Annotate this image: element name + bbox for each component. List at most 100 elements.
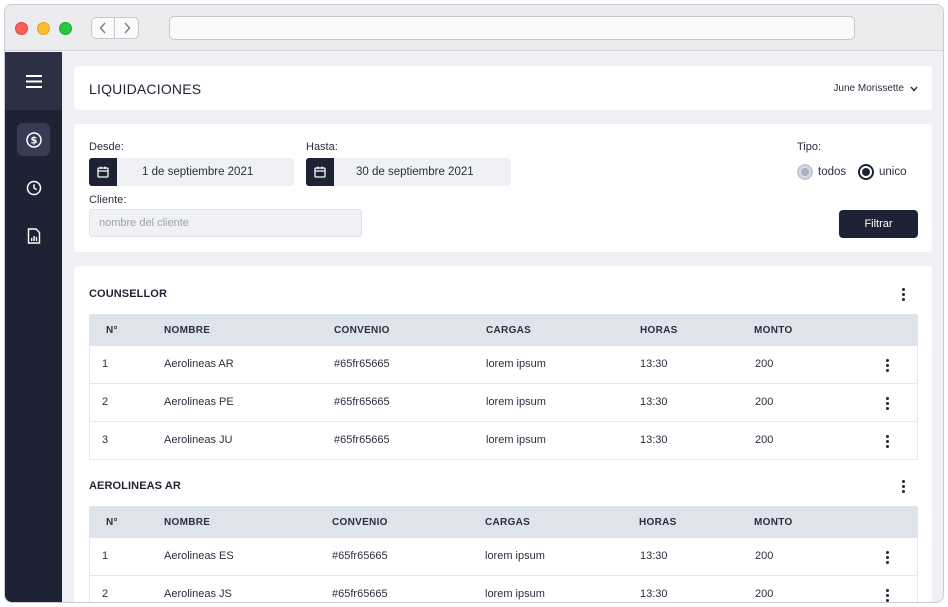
row-options-icon[interactable] [880,586,894,602]
hasta-date-field[interactable]: 30 de septiembre 2021 [306,158,511,186]
column-header: N° [106,517,118,528]
hasta-date-value: 30 de septiembre 2021 [356,166,474,178]
svg-text:$: $ [30,135,37,146]
todos-radio[interactable] [797,164,813,180]
tipo-option-todos[interactable]: todos [797,164,846,180]
chevron-left-icon [99,22,106,34]
desde-date-field[interactable]: 1 de septiembre 2021 [89,158,294,186]
sidebar-item-liquidaciones[interactable]: $ [17,123,50,156]
row-options-icon[interactable] [880,394,894,412]
cell-horas: 13:30 [640,396,668,408]
column-header: NOMBRE [164,517,211,528]
hasta-calendar-button[interactable] [306,158,334,186]
column-header: MONTO [754,517,793,528]
table-header: N° NOMBRE CONVENIO CARGAS HORAS MONTO [89,506,918,538]
page-header: LIQUIDACIONES June Morissette [74,66,932,110]
back-button[interactable] [91,17,115,39]
group-title: AEROLINEAS AR [89,480,181,492]
row-options-icon[interactable] [880,356,894,374]
table-row[interactable]: 1 Aerolineas ES #65fr65665 lorem ipsum 1… [89,538,918,576]
close-window-button[interactable] [15,22,28,35]
cliente-input[interactable] [89,209,362,237]
sidebar: $ [5,52,62,602]
cell-cargas: lorem ipsum [486,358,546,370]
table-row[interactable]: 2 Aerolineas JS #65fr65665 lorem ipsum 1… [89,576,918,602]
table-header: N° NOMBRE CONVENIO CARGAS HORAS MONTO [89,314,918,346]
column-header: CARGAS [486,325,532,336]
sidebar-item-reportes[interactable] [17,219,50,252]
column-header: NOMBRE [164,325,211,336]
desde-calendar-button[interactable] [89,158,117,186]
liquidaciones-list: COUNSELLOR N° NOMBRE CONVENIO CARGAS HOR… [74,266,932,602]
column-header: N° [106,325,118,336]
cell-n: 1 [102,550,109,562]
cell-horas: 13:30 [640,588,668,600]
cell-monto: 200 [755,434,774,446]
cell-nombre: Aerolineas JS [164,588,232,600]
browser-window: $ LIQUIDACIONES June Morissette Desde: 1… [4,4,944,603]
clock-icon [26,180,41,195]
cell-convenio: #65fr65665 [334,434,390,446]
cell-convenio: #65fr65665 [334,396,390,408]
address-bar[interactable] [169,16,855,40]
main-content: LIQUIDACIONES June Morissette Desde: 1 d… [62,52,943,602]
menu-icon [25,74,42,88]
cell-cargas: lorem ipsum [486,396,546,408]
chevron-right-icon [123,22,130,34]
page-title: LIQUIDACIONES [89,81,202,97]
cell-horas: 13:30 [640,434,668,446]
minimize-window-button[interactable] [37,22,50,35]
cell-n: 2 [102,588,109,600]
cell-nombre: Aerolineas ES [164,550,234,562]
desde-label: Desde: [89,141,124,153]
filtrar-button[interactable]: Filtrar [839,210,918,238]
table-row[interactable]: 2 Aerolineas PE #65fr65665 lorem ipsum 1… [89,384,918,422]
menu-toggle-button[interactable] [5,52,62,110]
cell-convenio: #65fr65665 [334,358,390,370]
user-name: June Morissette [833,83,904,94]
cell-cargas: lorem ipsum [485,550,545,562]
group-title: COUNSELLOR [89,288,167,300]
todos-label: todos [818,166,847,178]
cell-monto: 200 [755,588,774,600]
cell-horas: 13:30 [640,358,668,370]
calendar-icon [97,166,109,178]
cell-convenio: #65fr65665 [332,550,388,562]
tipo-option-unico[interactable]: unico [858,164,907,180]
maximize-window-button[interactable] [59,22,72,35]
user-menu[interactable]: June Morissette [833,83,918,94]
cell-nombre: Aerolineas PE [164,396,234,408]
column-header: CARGAS [485,517,531,528]
row-options-icon[interactable] [880,432,894,450]
forward-button[interactable] [115,17,139,39]
column-header: HORAS [640,325,678,336]
unico-radio[interactable] [858,164,874,180]
filter-panel: Desde: 1 de septiembre 2021 Hasta: 30 de… [74,124,932,252]
cell-convenio: #65fr65665 [332,588,388,600]
table-row[interactable]: 1 Aerolineas AR #65fr65665 lorem ipsum 1… [89,346,918,384]
column-header: CONVENIO [334,325,390,336]
cell-horas: 13:30 [640,550,668,562]
browser-titlebar [5,5,943,51]
cell-monto: 200 [755,550,774,562]
more-options-icon[interactable] [896,477,910,495]
table-row[interactable]: 3 Aerolineas JU #65fr65665 lorem ipsum 1… [89,422,918,460]
cell-n: 1 [102,358,109,370]
cell-nombre: Aerolineas AR [164,358,234,370]
desde-date-value: 1 de septiembre 2021 [142,166,254,178]
hasta-label: Hasta: [306,141,338,153]
sidebar-item-horas[interactable] [17,171,50,204]
cell-n: 2 [102,396,109,408]
chevron-down-icon [910,86,918,92]
column-header: CONVENIO [332,517,388,528]
unico-label: unico [879,166,907,178]
cell-cargas: lorem ipsum [485,588,545,600]
cell-monto: 200 [755,358,774,370]
row-options-icon[interactable] [880,548,894,566]
cell-monto: 200 [755,396,774,408]
cell-nombre: Aerolineas JU [164,434,233,446]
more-options-icon[interactable] [896,285,910,303]
cell-n: 3 [102,434,109,446]
report-icon [27,227,40,244]
column-header: HORAS [639,517,677,528]
